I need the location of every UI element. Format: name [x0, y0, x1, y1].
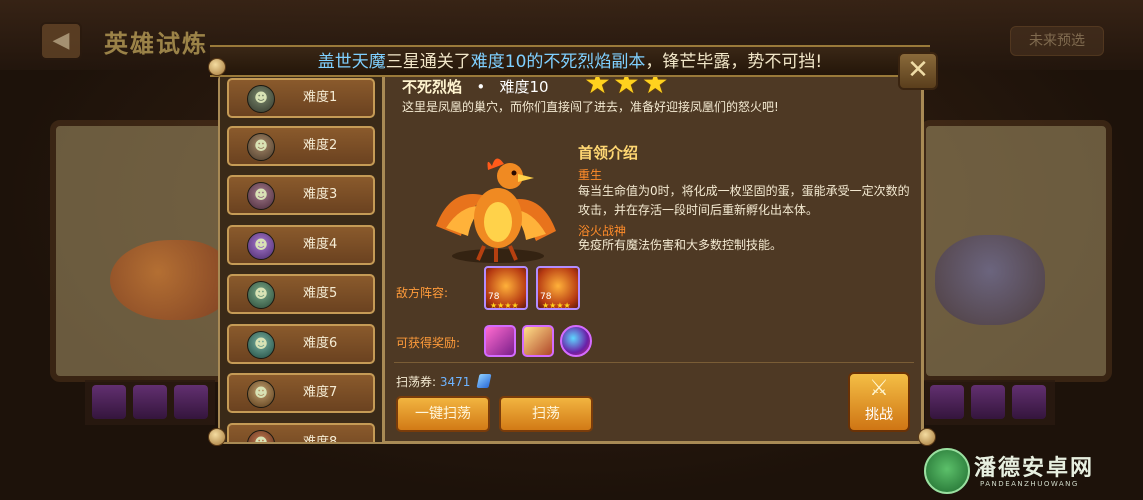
- sidebar-divider: [382, 76, 385, 442]
- difficulty-item-2[interactable]: ☻ 难度2: [227, 126, 375, 166]
- enemy-stars: ★★★★: [542, 301, 571, 310]
- watermark-title: 潘德安卓网: [974, 456, 1095, 481]
- difficulty-label: 难度8: [303, 425, 337, 442]
- difficulty-label: 难度7: [303, 385, 338, 400]
- background-slot: [1012, 385, 1046, 419]
- reward-item-icon[interactable]: [522, 325, 554, 357]
- background-slot: [971, 385, 1005, 419]
- background-right-button: 未来预选: [1010, 26, 1104, 56]
- phoenix-boss-image: [436, 158, 556, 263]
- difficulty-item-8[interactable]: ☻ 难度8: [227, 423, 375, 442]
- boss-skill-name: 重生: [578, 168, 603, 182]
- difficulty-item-1[interactable]: ☻ 难度1: [227, 78, 375, 118]
- stage-difficulty: 难度10: [499, 78, 549, 96]
- sweep-ticket-count: 3471: [439, 375, 471, 389]
- announcement-banner: 盖世天魔三星通关了难度10的不死烈焰副本，锋芒毕露，势不可挡!: [210, 45, 930, 77]
- enemy-stars: ★★★★: [490, 301, 519, 310]
- mask-icon: ☻: [247, 331, 275, 359]
- back-arrow-icon[interactable]: ◀: [40, 22, 82, 60]
- sweep-button[interactable]: 扫荡: [499, 396, 593, 432]
- stage-details: 不死烈焰 • 难度10 ★★★ 这里是凤凰的巢穴，而你们直接闯了进去，准备好迎接…: [386, 66, 922, 442]
- player-name: 盖世天魔: [317, 52, 386, 72]
- stage-separator: •: [476, 78, 486, 96]
- difficulty-list[interactable]: ☻ 难度1 ☻ 难度2 ☻ 难度3 ☻ 难度4 ☻ 难度5 ☻ 难度6 ☻ 难度…: [220, 76, 382, 442]
- background-monster-right: [935, 235, 1045, 325]
- boss-skill-description: 每当生命值为0时，将化成一枚坚固的蛋，蛋能承受一定次数的攻击，并在存活一段时间后…: [578, 184, 910, 217]
- boss-intro-title: 首领介绍: [578, 144, 639, 162]
- banner-text: ，锋芒毕露，势不可挡!: [645, 52, 823, 72]
- difficulty-label: 难度1: [303, 90, 338, 105]
- background-slot: [133, 385, 167, 419]
- challenge-button[interactable]: ⚔ 挑战: [848, 372, 910, 432]
- enemy-lineup-label: 敌方阵容:: [396, 286, 449, 300]
- banner-dungeon: 难度10的不死烈焰副本: [470, 52, 646, 72]
- stage-header: 不死烈焰 • 难度10: [402, 76, 549, 97]
- difficulty-label: 难度5: [303, 286, 338, 301]
- difficulty-label: 难度2: [303, 138, 338, 153]
- watermark-subtitle: PANDEANZHUOWANG: [980, 480, 1079, 488]
- difficulty-item-4[interactable]: ☻ 难度4: [227, 225, 375, 265]
- difficulty-label: 难度3: [303, 187, 338, 202]
- background-monster-left: [110, 240, 230, 320]
- reward-orb-icon[interactable]: [560, 325, 592, 357]
- background-slot: [174, 385, 208, 419]
- divider: [394, 362, 914, 363]
- sweep-all-button[interactable]: 一键扫荡: [396, 396, 490, 432]
- sweep-ticket-info: 扫荡券: 3471: [396, 373, 492, 390]
- frame-corner-ornament: [208, 428, 226, 446]
- watermark-logo: [924, 448, 970, 494]
- difficulty-item-7[interactable]: ☻ 难度7: [227, 373, 375, 413]
- stage-name: 不死烈焰: [402, 78, 463, 96]
- crossed-swords-icon: ⚔: [869, 376, 889, 401]
- enemy-portrait[interactable]: 78 ★★★★: [484, 266, 528, 310]
- mask-icon: ☻: [247, 430, 275, 442]
- mask-icon: ☻: [247, 182, 275, 210]
- boss-skill-description: 免疫所有魔法伤害和大多数控制技能。: [578, 238, 783, 252]
- sweep-ticket-label: 扫荡券:: [396, 375, 437, 389]
- stage-description: 这里是凤凰的巢穴，而你们直接闯了进去，准备好迎接凤凰们的怒火吧!: [402, 100, 779, 114]
- banner-text: 三星通关了: [385, 52, 471, 72]
- difficulty-label: 难度4: [303, 237, 338, 252]
- site-watermark: 潘德安卓网 PANDEANZHUOWANG: [918, 444, 1143, 500]
- challenge-label: 挑战: [865, 407, 893, 423]
- mask-icon: ☻: [247, 85, 275, 113]
- enemy-portrait[interactable]: 78 ★★★★: [536, 266, 580, 310]
- mask-icon: ☻: [247, 232, 275, 260]
- mask-icon: ☻: [247, 380, 275, 408]
- difficulty-label: 难度6: [303, 336, 338, 351]
- background-slot: [930, 385, 964, 419]
- background-slot: [92, 385, 126, 419]
- mask-icon: ☻: [247, 133, 275, 161]
- ticket-icon: [476, 374, 492, 388]
- reward-item-icon[interactable]: [484, 325, 516, 357]
- close-icon[interactable]: ✕: [898, 52, 938, 90]
- difficulty-item-5[interactable]: ☻ 难度5: [227, 274, 375, 314]
- mask-icon: ☻: [247, 281, 275, 309]
- difficulty-item-3[interactable]: ☻ 难度3: [227, 175, 375, 215]
- reward-label: 可获得奖励:: [396, 336, 461, 350]
- difficulty-item-6[interactable]: ☻ 难度6: [227, 324, 375, 364]
- background-title: 英雄试炼: [104, 29, 208, 58]
- frame-corner-ornament: [208, 58, 226, 76]
